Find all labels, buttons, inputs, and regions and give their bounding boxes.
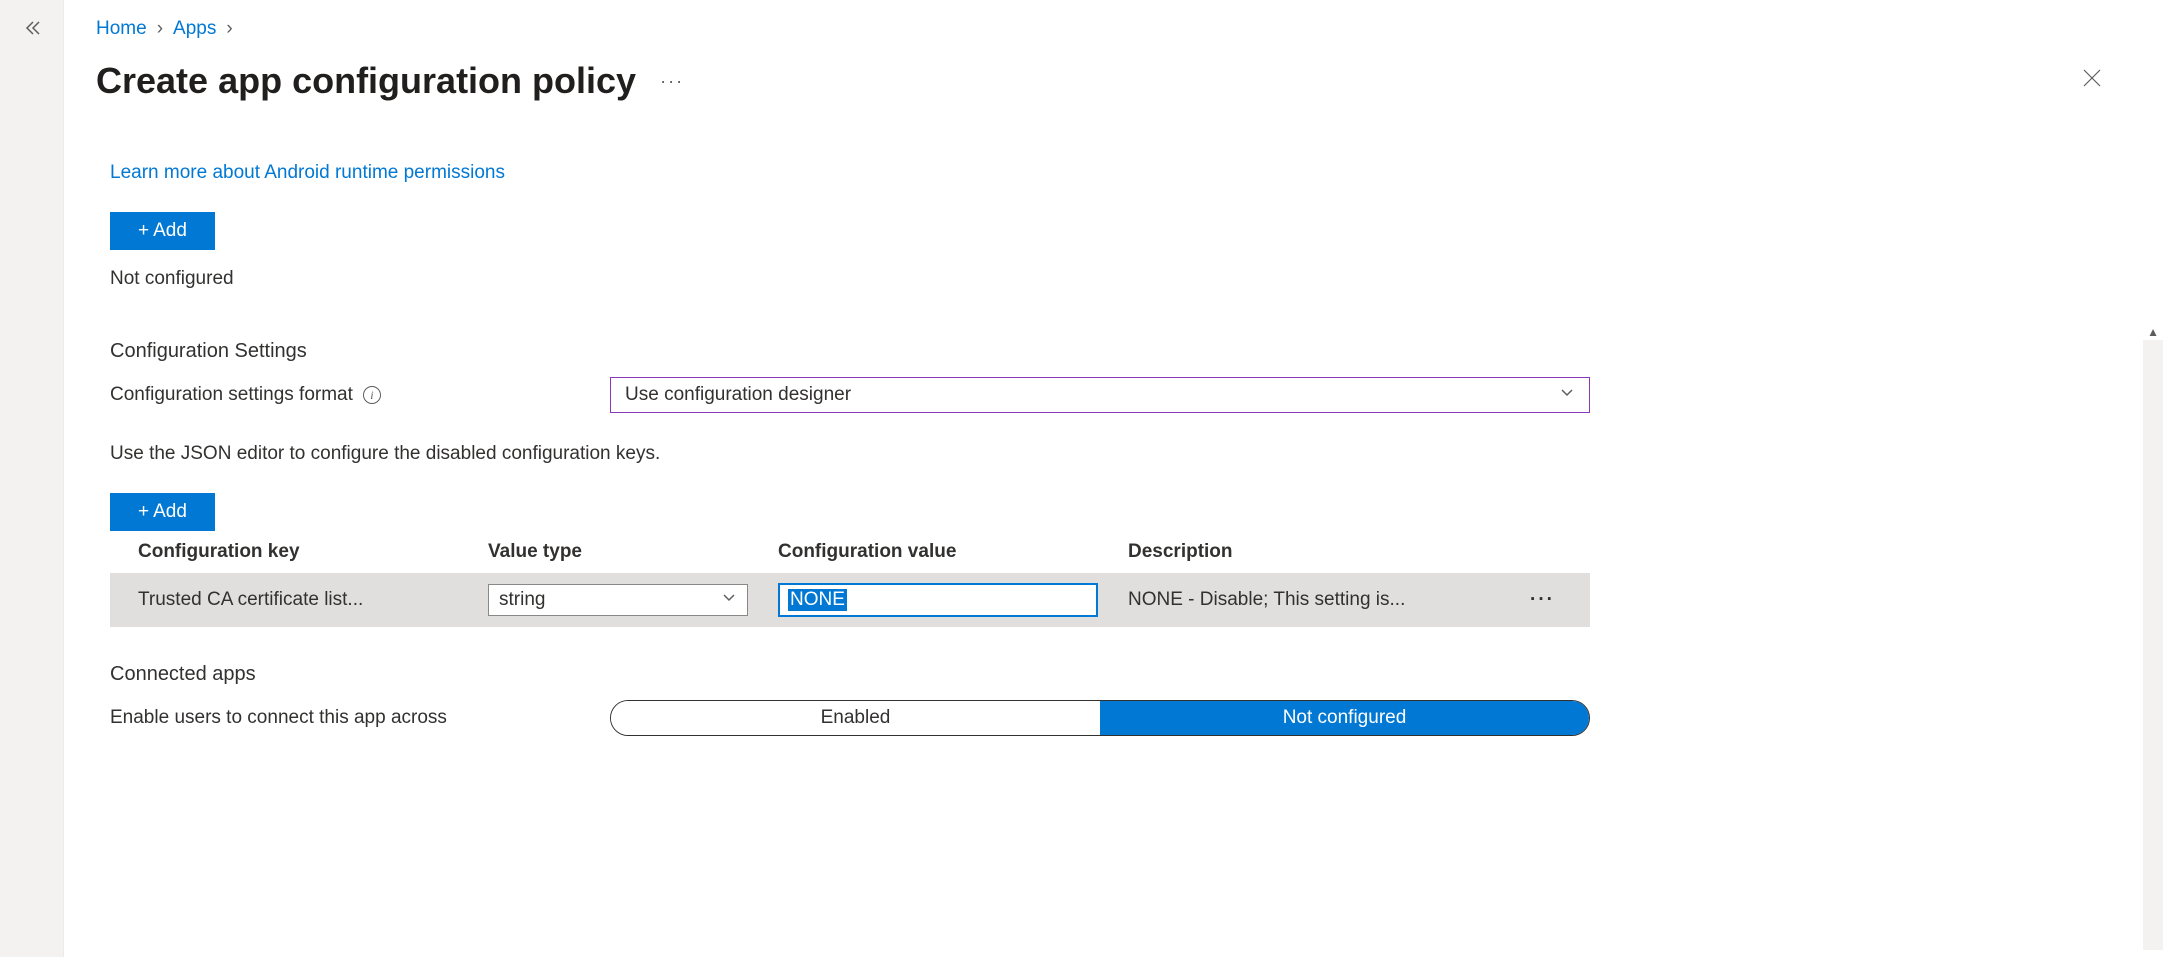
main-content: Home › Apps › Create app configuration p…	[64, 0, 2163, 957]
learn-more-link[interactable]: Learn more about Android runtime permiss…	[110, 162, 505, 184]
close-icon[interactable]	[2081, 67, 2103, 96]
col-header-desc: Description	[1128, 541, 1530, 563]
table-header-row: Configuration key Value type Configurati…	[110, 531, 1590, 573]
permissions-status: Not configured	[110, 268, 2123, 290]
config-format-value: Use configuration designer	[625, 384, 851, 406]
cell-description: NONE - Disable; This setting is...	[1128, 589, 1530, 611]
scroll-up-arrow-icon[interactable]: ▲	[2147, 325, 2159, 339]
chevron-down-icon	[1559, 384, 1575, 406]
cell-config-key: Trusted CA certificate list...	[138, 589, 488, 611]
config-value-input[interactable]: NONE	[778, 583, 1098, 617]
connected-apps-label: Enable users to connect this app across	[110, 707, 610, 729]
scrollbar[interactable]	[2143, 340, 2163, 950]
config-format-select[interactable]: Use configuration designer	[610, 377, 1590, 413]
row-more-icon[interactable]: ···	[1530, 589, 1555, 610]
config-format-label: Configuration settings format i	[110, 384, 610, 406]
connected-apps-toggle[interactable]: Enabled Not configured	[610, 700, 1590, 736]
table-row: Trusted CA certificate list... string NO…	[110, 573, 1590, 627]
json-editor-helper: Use the JSON editor to configure the dis…	[110, 443, 2123, 465]
more-actions-icon[interactable]: ···	[660, 71, 684, 92]
left-rail	[0, 0, 64, 957]
value-type-select[interactable]: string	[488, 584, 748, 616]
add-config-button[interactable]: +Add	[110, 493, 215, 531]
collapse-sidebar-icon[interactable]	[22, 18, 42, 957]
config-table: Configuration key Value type Configurati…	[110, 531, 1590, 627]
page-title: Create app configuration policy	[96, 60, 636, 102]
connected-apps-heading: Connected apps	[110, 663, 2123, 686]
add-label: Add	[153, 501, 187, 523]
plus-icon: +	[138, 501, 149, 523]
breadcrumb-apps[interactable]: Apps	[173, 18, 216, 40]
page-header: Create app configuration policy ···	[96, 60, 2123, 102]
config-settings-heading: Configuration Settings	[110, 340, 2123, 363]
chevron-down-icon	[721, 589, 737, 611]
add-label: Add	[153, 220, 187, 242]
chevron-right-icon: ›	[157, 18, 163, 40]
toggle-option-enabled[interactable]: Enabled	[611, 701, 1100, 735]
breadcrumb-home[interactable]: Home	[96, 18, 147, 40]
info-icon[interactable]: i	[363, 386, 381, 404]
col-header-key: Configuration key	[138, 541, 488, 563]
chevron-right-icon: ›	[226, 18, 232, 40]
col-header-value: Configuration value	[778, 541, 1128, 563]
plus-icon: +	[138, 220, 149, 242]
toggle-option-not-configured[interactable]: Not configured	[1100, 701, 1589, 735]
add-permission-button[interactable]: +Add	[110, 212, 215, 250]
breadcrumb: Home › Apps ›	[96, 18, 2123, 40]
col-header-type: Value type	[488, 541, 778, 563]
